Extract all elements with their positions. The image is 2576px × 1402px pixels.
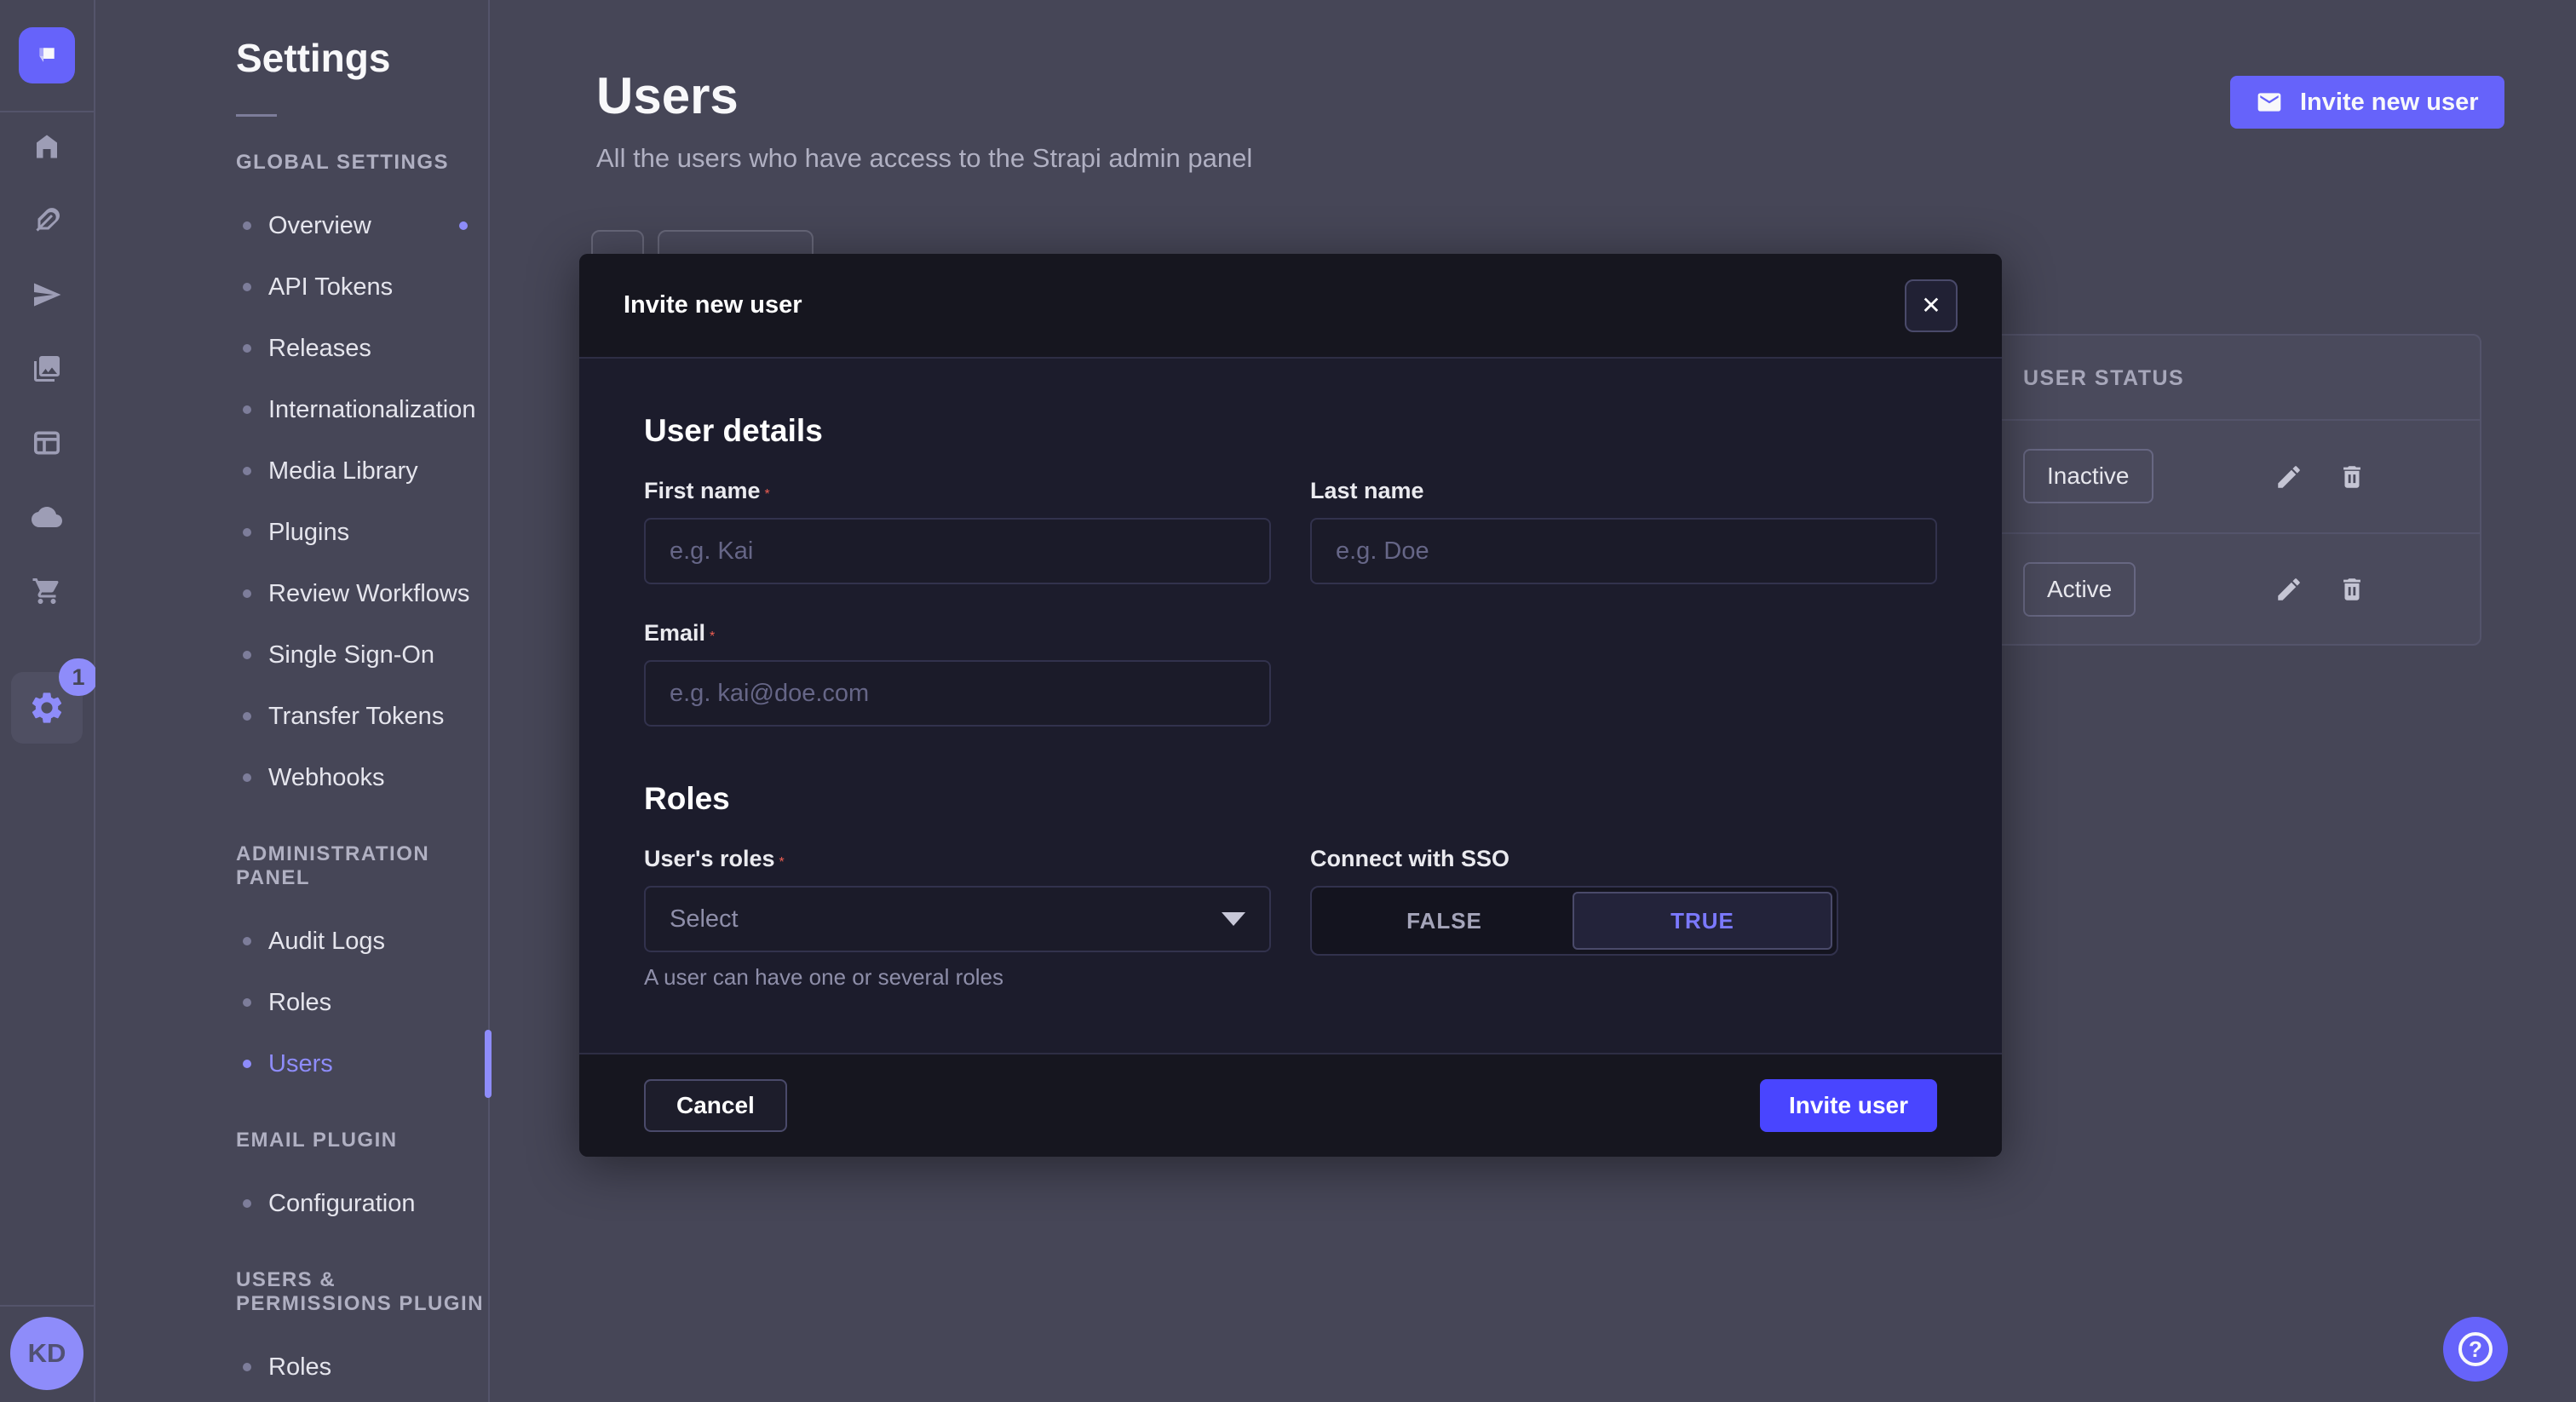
users-roles-hint: A user can have one or several roles [644, 964, 1271, 991]
sso-field-group: Connect with SSO FALSE TRUE [1310, 846, 1937, 991]
last-name-field-group: Last name [1310, 478, 1937, 584]
close-icon[interactable]: ✕ [1905, 279, 1958, 332]
roles-heading: Roles [644, 781, 1937, 817]
select-placeholder: Select [670, 905, 739, 934]
users-roles-field-group: User's roles * Select A user can have one… [644, 846, 1271, 991]
roles-row: User's roles * Select A user can have one… [644, 846, 1937, 991]
sso-toggle: FALSE TRUE [1310, 886, 1838, 956]
sso-label: Connect with SSO [1310, 846, 1509, 871]
first-name-label: First name [644, 478, 761, 503]
email-field-group: Email * [644, 620, 1271, 727]
modal-body: User details First name * Last name Email… [579, 359, 2002, 991]
user-details-heading: User details [644, 413, 1937, 449]
email-label: Email [644, 620, 705, 646]
modal-title: Invite new user [624, 291, 802, 319]
last-name-input[interactable] [1310, 518, 1937, 584]
cancel-button[interactable]: Cancel [644, 1079, 787, 1132]
first-name-field-group: First name * [644, 478, 1271, 584]
sso-toggle-false[interactable]: FALSE [1316, 892, 1573, 950]
invite-new-user-modal: Invite new user ✕ User details First nam… [579, 254, 2002, 1157]
strapi-admin-screen: 1 KD Settings GLOBAL SETTINGS Overview A… [0, 0, 2576, 1402]
required-asterisk: * [710, 629, 715, 644]
sso-toggle-true[interactable]: TRUE [1573, 892, 1832, 950]
modal-footer: Cancel Invite user [579, 1053, 2002, 1157]
required-asterisk: * [765, 487, 770, 502]
first-name-input[interactable] [644, 518, 1271, 584]
invite-user-submit-button[interactable]: Invite user [1760, 1079, 1937, 1132]
chevron-down-icon [1222, 912, 1245, 926]
users-roles-select[interactable]: Select [644, 886, 1271, 952]
email-input[interactable] [644, 660, 1271, 727]
required-asterisk: * [779, 855, 785, 870]
last-name-label: Last name [1310, 478, 1424, 503]
name-fields-row: First name * Last name [644, 478, 1937, 584]
users-roles-label: User's roles [644, 846, 775, 871]
modal-header: Invite new user ✕ [579, 254, 2002, 359]
